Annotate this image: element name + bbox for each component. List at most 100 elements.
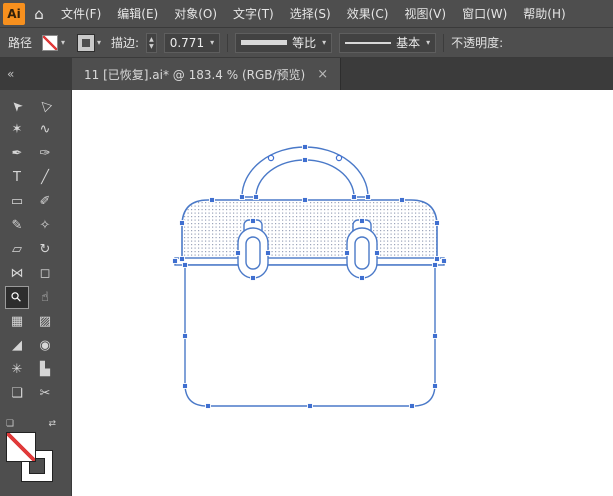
pencil-tool[interactable]: ✎ bbox=[5, 214, 29, 237]
home-icon[interactable]: ⌂ bbox=[25, 5, 53, 23]
pen-tool-icon: ✒ bbox=[11, 146, 23, 161]
tools-grid: ➤ ▷ ✶ ∿ ✒ ✑ T ╱ ▭ ✐ ✎ ✧ ▱ ↻ ⋈ ◻ ⚲ ☝ ▦ ▨ bbox=[0, 94, 71, 405]
shaper-tool-icon: ✧ bbox=[39, 218, 51, 233]
rectangle-tool[interactable]: ▭ bbox=[5, 190, 29, 213]
eraser-tool[interactable]: ▱ bbox=[5, 238, 29, 261]
paintbrush-tool-icon: ✐ bbox=[39, 194, 51, 209]
line-segment-tool[interactable]: ╱ bbox=[33, 166, 57, 189]
dropdown-arrow-icon: ▾ bbox=[322, 38, 327, 47]
line-segment-tool-icon: ╱ bbox=[41, 170, 49, 185]
fill-swatch-none[interactable] bbox=[6, 432, 36, 462]
menu-item-help[interactable]: 帮助(H) bbox=[515, 0, 573, 28]
slice-tool[interactable]: ✂ bbox=[33, 382, 57, 405]
stepper-up-icon[interactable]: ▲ bbox=[149, 36, 154, 43]
mesh-tool[interactable]: ▦ bbox=[5, 310, 29, 333]
gradient-tool[interactable]: ▨ bbox=[33, 310, 57, 333]
direct-selection-tool-icon: ▷ bbox=[36, 96, 54, 115]
app-logo-icon[interactable]: Ai bbox=[3, 2, 25, 25]
stroke-color-control[interactable]: ▾ bbox=[75, 33, 104, 53]
artboard-tool[interactable]: ❏ bbox=[5, 382, 29, 405]
stepper-down-icon[interactable]: ▼ bbox=[149, 43, 154, 50]
width-tool-icon: ⋈ bbox=[10, 266, 24, 281]
menu-item-edit[interactable]: 编辑(E) bbox=[109, 0, 166, 28]
eraser-tool-icon: ▱ bbox=[12, 242, 22, 257]
default-fill-stroke-icon[interactable]: ❏ bbox=[6, 419, 14, 429]
rotate-tool[interactable]: ↻ bbox=[33, 238, 57, 261]
selection-tool-icon: ➤ bbox=[7, 96, 27, 115]
column-graph-tool-icon: ▙ bbox=[40, 362, 50, 377]
mesh-tool-icon: ▦ bbox=[10, 314, 24, 329]
stroke-weight-select[interactable]: 0.771 ▾ bbox=[163, 32, 221, 53]
lasso-tool-icon: ∿ bbox=[39, 122, 51, 137]
brush-preview-icon bbox=[345, 41, 392, 44]
stroke-weight-stepper[interactable]: ▲ ▼ bbox=[146, 32, 157, 53]
pencil-tool-icon: ✎ bbox=[11, 218, 23, 233]
width-profile-value: 等比 bbox=[292, 36, 317, 50]
tools-panel: ➤ ▷ ✶ ∿ ✒ ✑ T ╱ ▭ ✐ ✎ ✧ ▱ ↻ ⋈ ◻ ⚲ ☝ ▦ ▨ bbox=[0, 90, 72, 496]
artboard-tool-icon: ❏ bbox=[11, 386, 23, 401]
hand-tool-icon: ☝ bbox=[41, 290, 49, 305]
illustrator-window: Ai ⌂ 文件(F) 编辑(E) 对象(O) 文字(T) 选择(S) 效果(C)… bbox=[0, 0, 613, 496]
stroke-weight-value: 0.771 bbox=[169, 35, 205, 50]
dropdown-arrow-icon: ▾ bbox=[97, 38, 102, 47]
blend-tool[interactable]: ◉ bbox=[33, 334, 57, 357]
free-transform-tool[interactable]: ◻ bbox=[33, 262, 57, 285]
column-graph-tool[interactable]: ▙ bbox=[33, 358, 57, 381]
dropdown-arrow-icon: ▾ bbox=[210, 38, 215, 47]
curvature-tool[interactable]: ✑ bbox=[33, 142, 57, 165]
eyedropper-tool[interactable]: ◢ bbox=[5, 334, 29, 357]
lasso-tool[interactable]: ∿ bbox=[33, 118, 57, 141]
brush-definition-select[interactable]: 基本 ▾ bbox=[339, 32, 437, 53]
magic-wand-tool-icon: ✶ bbox=[11, 122, 23, 137]
document-tab-title: 11 [已恢复].ai* @ 183.4 % (RGB/预览) bbox=[84, 67, 306, 82]
type-tool-icon: T bbox=[13, 170, 21, 185]
blend-tool-icon: ◉ bbox=[39, 338, 51, 353]
width-tool[interactable]: ⋈ bbox=[5, 262, 29, 285]
divider bbox=[443, 33, 445, 52]
hand-tool[interactable]: ☝ bbox=[33, 286, 57, 309]
width-profile-select[interactable]: 等比 ▾ bbox=[235, 32, 333, 53]
swap-fill-stroke-icon[interactable]: ⇄ bbox=[48, 419, 56, 429]
fill-stroke-indicator: ❏ ⇄ bbox=[4, 419, 68, 496]
fill-none-swatch-icon bbox=[42, 34, 59, 51]
swatch-mini-controls: ❏ ⇄ bbox=[4, 419, 58, 429]
zoom-tool[interactable]: ⚲ bbox=[5, 286, 29, 309]
control-bar: 路径 ▾ ▾ 描边: ▲ ▼ 0.771 ▾ 等比 ▾ 基本 ▾ 不透明度: bbox=[0, 28, 613, 58]
menu-item-select[interactable]: 选择(S) bbox=[282, 0, 339, 28]
curvature-tool-icon: ✑ bbox=[39, 146, 51, 161]
dropdown-arrow-icon: ▾ bbox=[61, 38, 66, 47]
fill-color-control[interactable]: ▾ bbox=[39, 33, 68, 53]
pen-tool[interactable]: ✒ bbox=[5, 142, 29, 165]
menu-item-file[interactable]: 文件(F) bbox=[53, 0, 109, 28]
selection-type-label: 路径 bbox=[8, 36, 33, 50]
canvas[interactable] bbox=[72, 90, 613, 496]
menu-bar: Ai ⌂ 文件(F) 编辑(E) 对象(O) 文字(T) 选择(S) 效果(C)… bbox=[0, 0, 613, 28]
magic-wand-tool[interactable]: ✶ bbox=[5, 118, 29, 141]
slice-tool-icon: ✂ bbox=[39, 386, 51, 401]
collapse-panels-icon[interactable]: « bbox=[0, 58, 72, 90]
type-tool[interactable]: T bbox=[5, 166, 29, 189]
main-area: ➤ ▷ ✶ ∿ ✒ ✑ T ╱ ▭ ✐ ✎ ✧ ▱ ↻ ⋈ ◻ ⚲ ☝ ▦ ▨ bbox=[0, 90, 613, 496]
rotate-tool-icon: ↻ bbox=[39, 242, 51, 257]
menu-item-object[interactable]: 对象(O) bbox=[166, 0, 225, 28]
main-menus: 文件(F) 编辑(E) 对象(O) 文字(T) 选择(S) 效果(C) 视图(V… bbox=[53, 0, 574, 28]
menu-item-effect[interactable]: 效果(C) bbox=[339, 0, 397, 28]
selection-tool[interactable]: ➤ bbox=[5, 94, 29, 117]
shaper-tool[interactable]: ✧ bbox=[33, 214, 57, 237]
dropdown-arrow-icon: ▾ bbox=[426, 38, 431, 47]
gradient-tool-icon: ▨ bbox=[38, 314, 52, 329]
symbol-sprayer-tool-icon: ✳ bbox=[11, 362, 23, 377]
symbol-sprayer-tool[interactable]: ✳ bbox=[5, 358, 29, 381]
direct-selection-tool[interactable]: ▷ bbox=[33, 94, 57, 117]
menu-item-window[interactable]: 窗口(W) bbox=[454, 0, 515, 28]
menu-item-type[interactable]: 文字(T) bbox=[225, 0, 282, 28]
opacity-label: 不透明度: bbox=[451, 36, 504, 50]
paintbrush-tool[interactable]: ✐ bbox=[33, 190, 57, 213]
rectangle-tool-icon: ▭ bbox=[10, 194, 24, 209]
document-tab-bar: « 11 [已恢复].ai* @ 183.4 % (RGB/预览) × bbox=[0, 58, 613, 90]
divider bbox=[227, 33, 229, 52]
document-tab[interactable]: 11 [已恢复].ai* @ 183.4 % (RGB/预览) × bbox=[72, 58, 342, 90]
tab-close-icon[interactable]: × bbox=[317, 67, 328, 82]
eyedropper-tool-icon: ◢ bbox=[12, 338, 22, 353]
menu-item-view[interactable]: 视图(V) bbox=[396, 0, 454, 28]
